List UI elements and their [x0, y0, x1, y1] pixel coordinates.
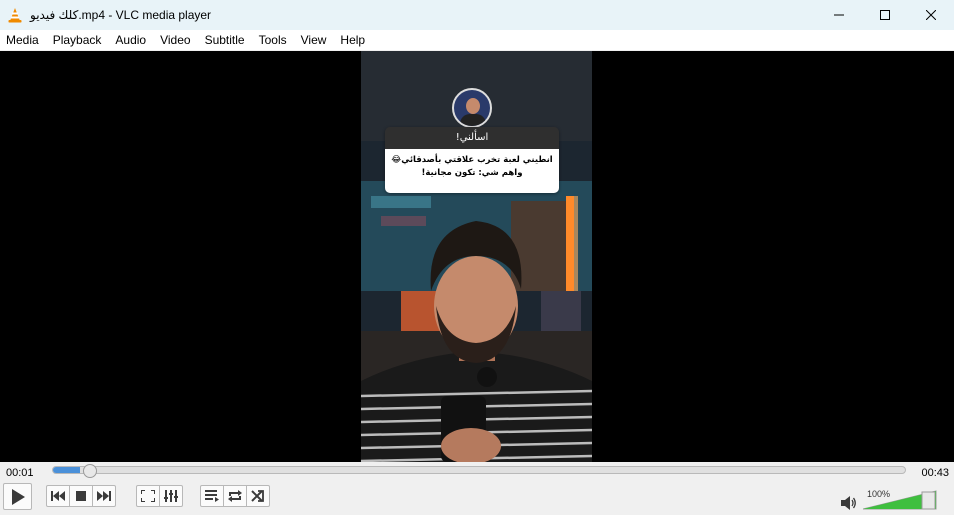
window-title: كلك فيديو.mp4 - VLC media player	[30, 8, 212, 22]
shuffle-icon	[251, 490, 264, 502]
menu-media[interactable]: Media	[0, 30, 46, 51]
play-button[interactable]	[3, 483, 32, 510]
video-frame: اسألني! انطيني لعبة تخرب علاقتي بأصدقائي…	[361, 51, 592, 462]
next-button[interactable]	[92, 485, 116, 507]
loop-button[interactable]	[223, 485, 247, 507]
menu-subtitle[interactable]: Subtitle	[198, 30, 252, 51]
vlc-cone-icon	[7, 7, 23, 23]
question-card-line-2: واهم شي: تكون مجانية!	[421, 168, 523, 178]
speaker-icon	[841, 496, 856, 510]
playlist-icon	[205, 490, 219, 502]
extended-settings-button[interactable]	[159, 485, 183, 507]
seek-handle[interactable]	[83, 464, 98, 478]
minimize-button[interactable]	[816, 0, 862, 30]
avatar	[452, 88, 492, 128]
view-group	[136, 485, 183, 507]
previous-button[interactable]	[46, 485, 70, 507]
minimize-icon	[834, 14, 844, 16]
title-bar: كلك فيديو.mp4 - VLC media player	[0, 0, 954, 30]
seek-bar-fill	[53, 467, 81, 473]
menu-video[interactable]: Video	[153, 30, 197, 51]
next-icon	[97, 491, 111, 501]
volume-handle[interactable]	[921, 491, 936, 510]
seek-bar[interactable]	[52, 466, 906, 474]
menu-view[interactable]: View	[294, 30, 334, 51]
question-card-line-1: انطيني لعبة تخرب علاقتي بأصدقائي😂	[391, 155, 553, 165]
stop-button[interactable]	[69, 485, 93, 507]
maximize-button[interactable]	[862, 0, 908, 30]
menu-tools[interactable]: Tools	[252, 30, 294, 51]
menu-help[interactable]: Help	[333, 30, 372, 51]
control-bar: 00:01 00:43 100%	[0, 462, 954, 515]
menu-playback[interactable]: Playback	[46, 30, 109, 51]
video-display[interactable]: اسألني! انطيني لعبة تخرب علاقتي بأصدقائي…	[0, 51, 954, 462]
question-card-title: اسألني!	[385, 127, 559, 149]
volume-slider-graphic	[862, 490, 937, 510]
close-button[interactable]	[908, 0, 954, 30]
mute-button[interactable]	[841, 496, 857, 510]
stop-icon	[76, 491, 86, 501]
playlist-button[interactable]	[200, 485, 224, 507]
equalizer-icon	[164, 490, 178, 502]
playlist-group	[200, 485, 270, 507]
fullscreen-button[interactable]	[136, 485, 160, 507]
volume-slider[interactable]	[862, 490, 937, 510]
maximize-icon	[880, 10, 890, 20]
menu-bar: Media Playback Audio Video Subtitle Tool…	[0, 30, 954, 51]
close-icon	[926, 10, 936, 20]
loop-icon	[228, 490, 242, 502]
menu-audio[interactable]: Audio	[108, 30, 153, 51]
total-time: 00:43	[921, 467, 949, 479]
play-icon	[11, 488, 25, 505]
elapsed-time: 00:01	[6, 467, 34, 479]
previous-icon	[51, 491, 65, 501]
random-button[interactable]	[246, 485, 270, 507]
question-card: اسألني! انطيني لعبة تخرب علاقتي بأصدقائي…	[385, 127, 559, 193]
fullscreen-icon	[141, 490, 155, 502]
transport-group	[46, 485, 116, 507]
